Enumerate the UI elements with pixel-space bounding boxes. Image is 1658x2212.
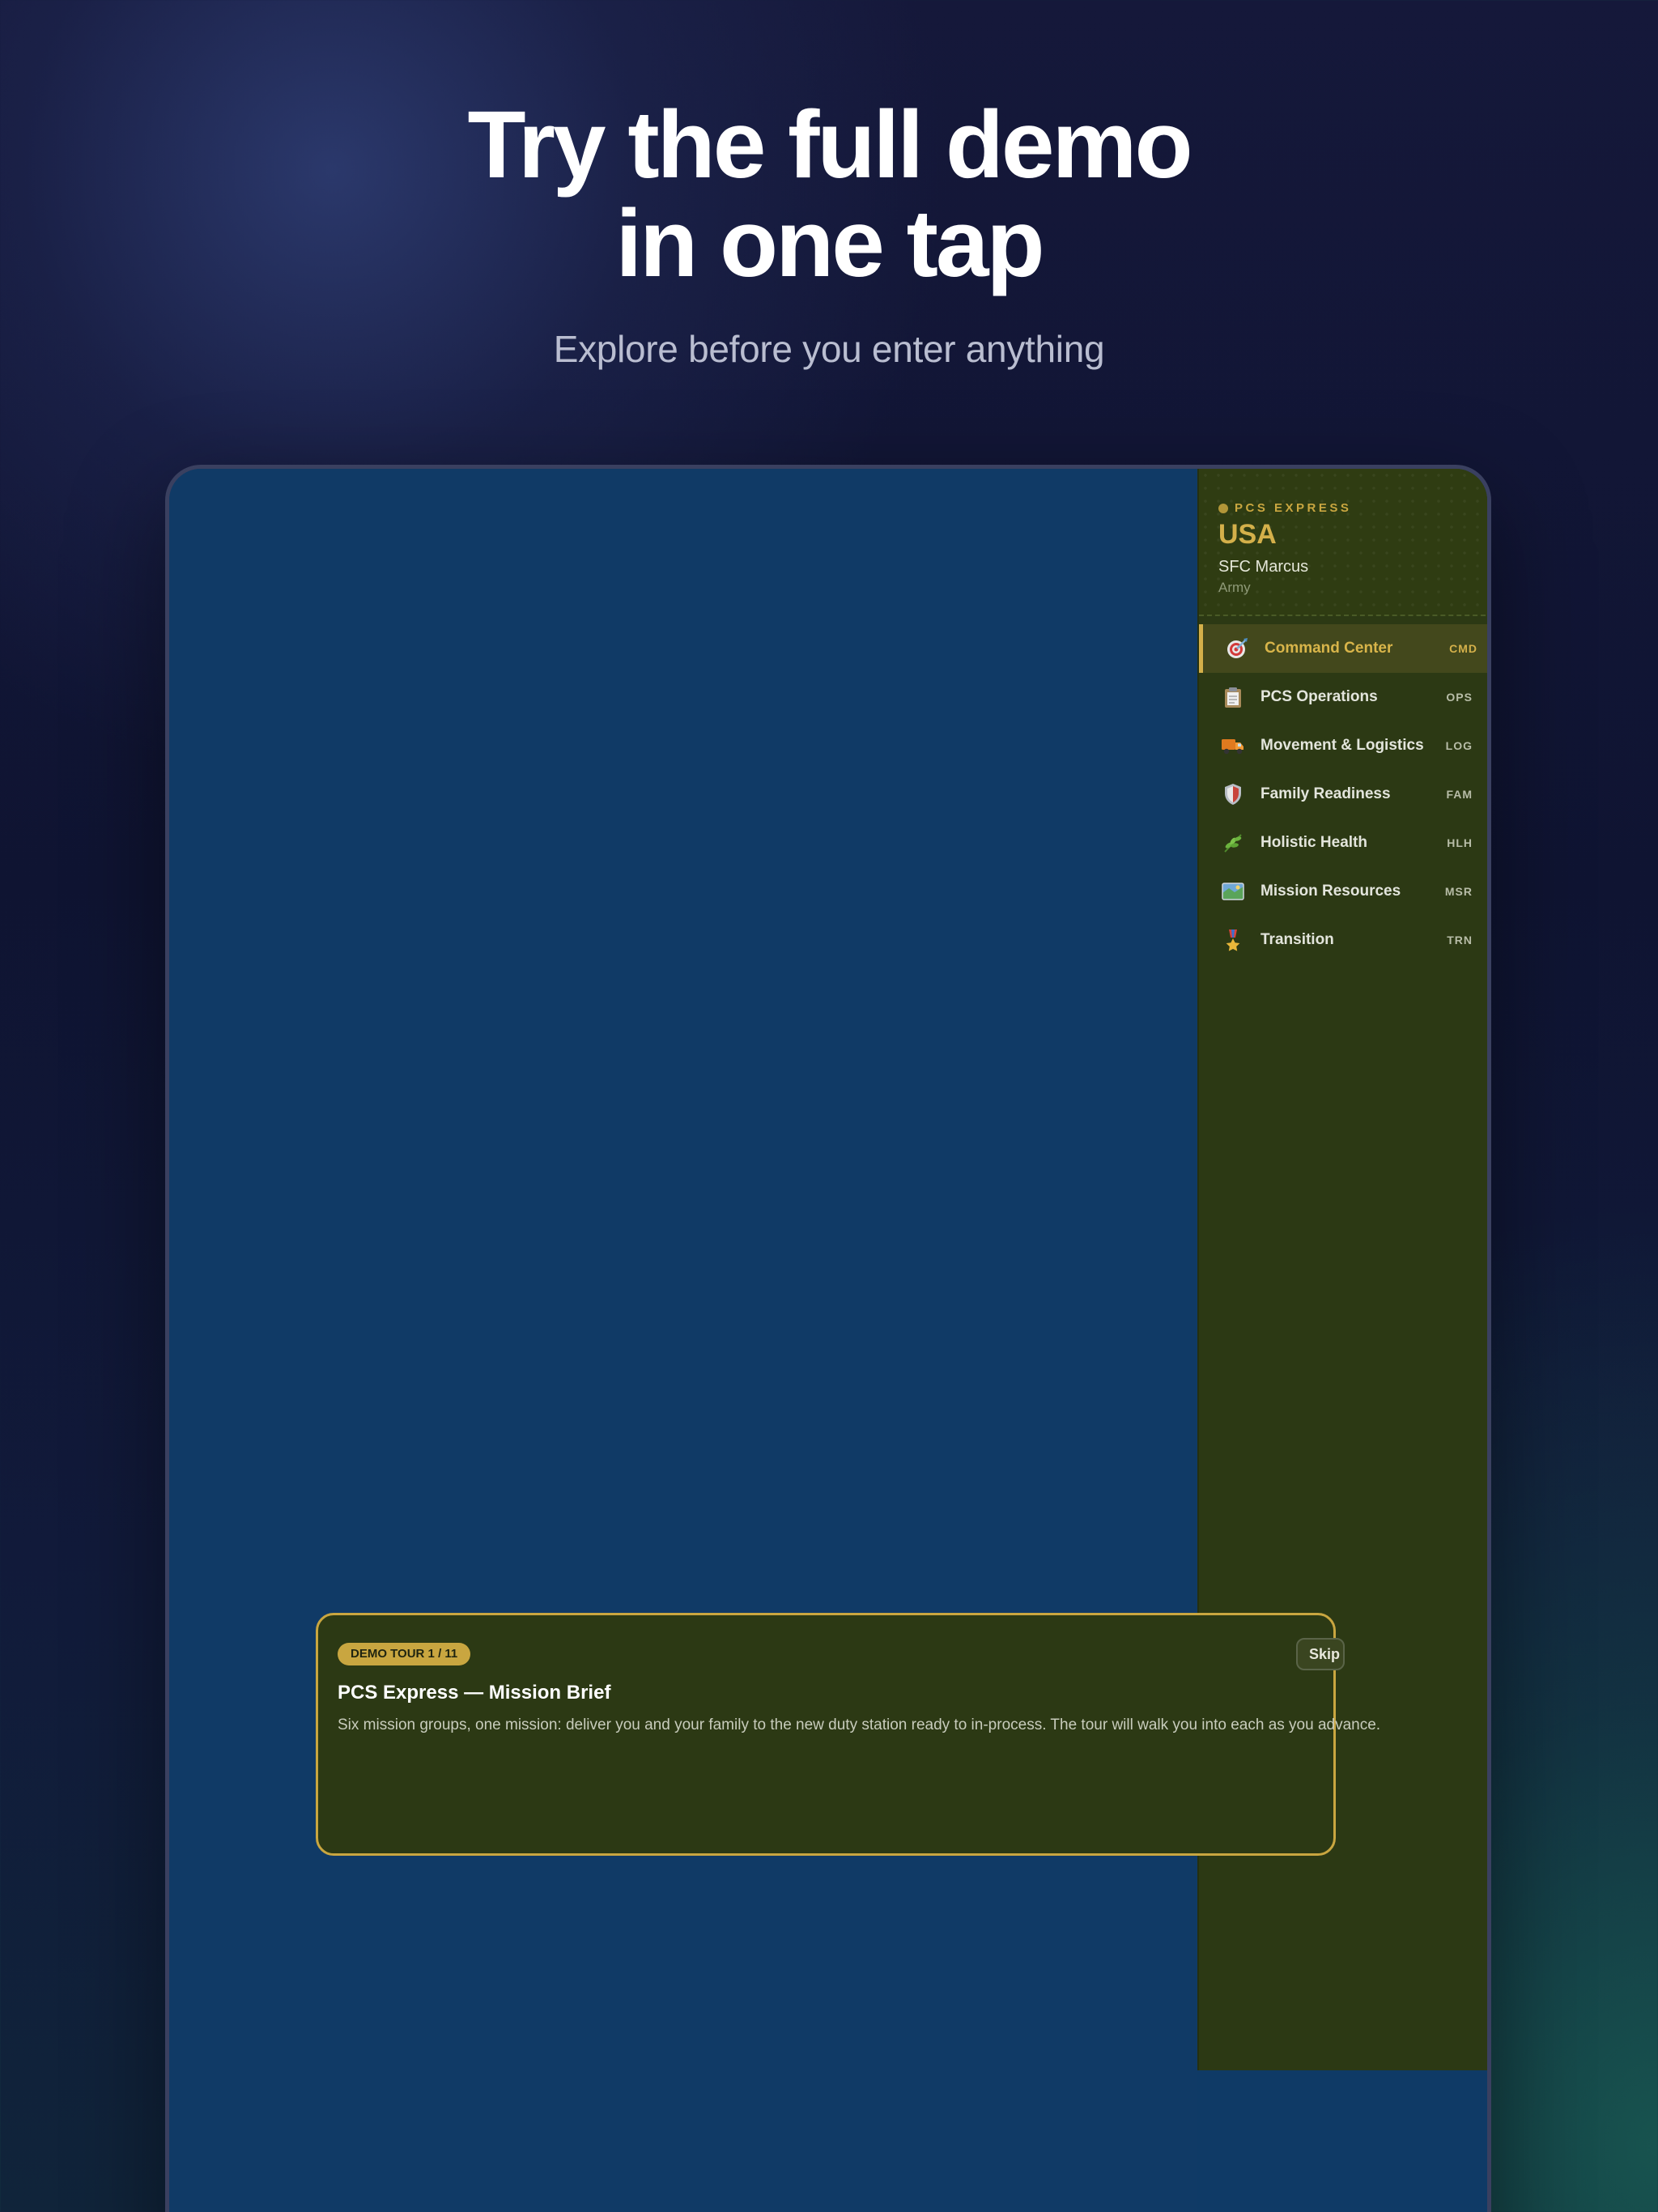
sidebar-item-movement-logistics[interactable]: Movement & Logistics LOG [1199,721,1487,770]
sidebar-item-transition[interactable]: Transition TRN [1199,916,1487,964]
sidebar-item-label: Mission Resources [1261,883,1401,900]
sidebar-item-holistic-health[interactable]: Holistic Health HLH [1199,819,1487,867]
main-screen [169,469,1197,2212]
sidebar-item-label: PCS Operations [1261,688,1378,705]
sidebar-item-code: OPS [1446,691,1473,704]
sidebar-nav: Command Center CMD PCS Operations OPS Mo… [1199,624,1487,964]
clipboard-icon [1220,684,1246,710]
sidebar-item-code: LOG [1445,739,1473,752]
sidebar-item-label: Family Readiness [1261,785,1391,802]
sidebar-header: PCS EXPRESS USA SFC Marcus Army [1199,469,1487,616]
hero-title: Try the full demo in one tap [0,96,1658,293]
medal-icon [1220,927,1246,953]
hero-title-line-1: Try the full demo [467,91,1192,198]
herb-icon [1220,830,1246,856]
sidebar-item-label: Command Center [1265,640,1393,657]
brand-row: PCS EXPRESS [1218,501,1351,515]
user-branch: Army [1218,580,1251,595]
sidebar-item-label: Movement & Logistics [1261,737,1424,754]
sidebar-item-code: CMD [1449,642,1477,655]
tour-title: PCS Express — Mission Brief [338,1682,611,1704]
tablet-frame: PCS EXPRESS USA SFC Marcus Army Command … [165,465,1491,2212]
brand-label: PCS EXPRESS [1235,501,1352,515]
sidebar-item-label: Transition [1261,931,1334,948]
target-icon [1224,636,1250,661]
shield-icon [1220,781,1246,807]
map-icon [1220,878,1246,904]
country-label: USA [1218,519,1277,550]
tour-body: Six mission groups, one mission: deliver… [338,1716,1381,1733]
truck-icon [1220,733,1246,759]
sidebar-item-pcs-operations[interactable]: PCS Operations OPS [1199,673,1487,721]
sidebar-item-code: FAM [1446,788,1473,801]
sidebar-item-mission-resources[interactable]: Mission Resources MSR [1199,867,1487,916]
sidebar-item-code: HLH [1447,836,1473,849]
sidebar-item-label: Holistic Health [1261,834,1367,851]
demo-tour-card: DEMO TOUR 1 / 11 Skip PCS Express — Miss… [316,1613,1380,1856]
sidebar-item-code: TRN [1447,934,1473,946]
tour-step-badge: DEMO TOUR 1 / 11 [338,1643,471,1665]
user-name: SFC Marcus [1218,558,1309,576]
sidebar-item-family-readiness[interactable]: Family Readiness FAM [1199,770,1487,819]
sidebar-item-command-center[interactable]: Command Center CMD [1199,624,1487,673]
hero-subtitle: Explore before you enter anything [553,328,1105,370]
sidebar-item-code: MSR [1444,885,1473,898]
skip-tour-button[interactable]: Skip [1296,1638,1345,1670]
brand-dot-icon [1218,503,1228,513]
hero-title-line-2: in one tap [615,190,1044,297]
